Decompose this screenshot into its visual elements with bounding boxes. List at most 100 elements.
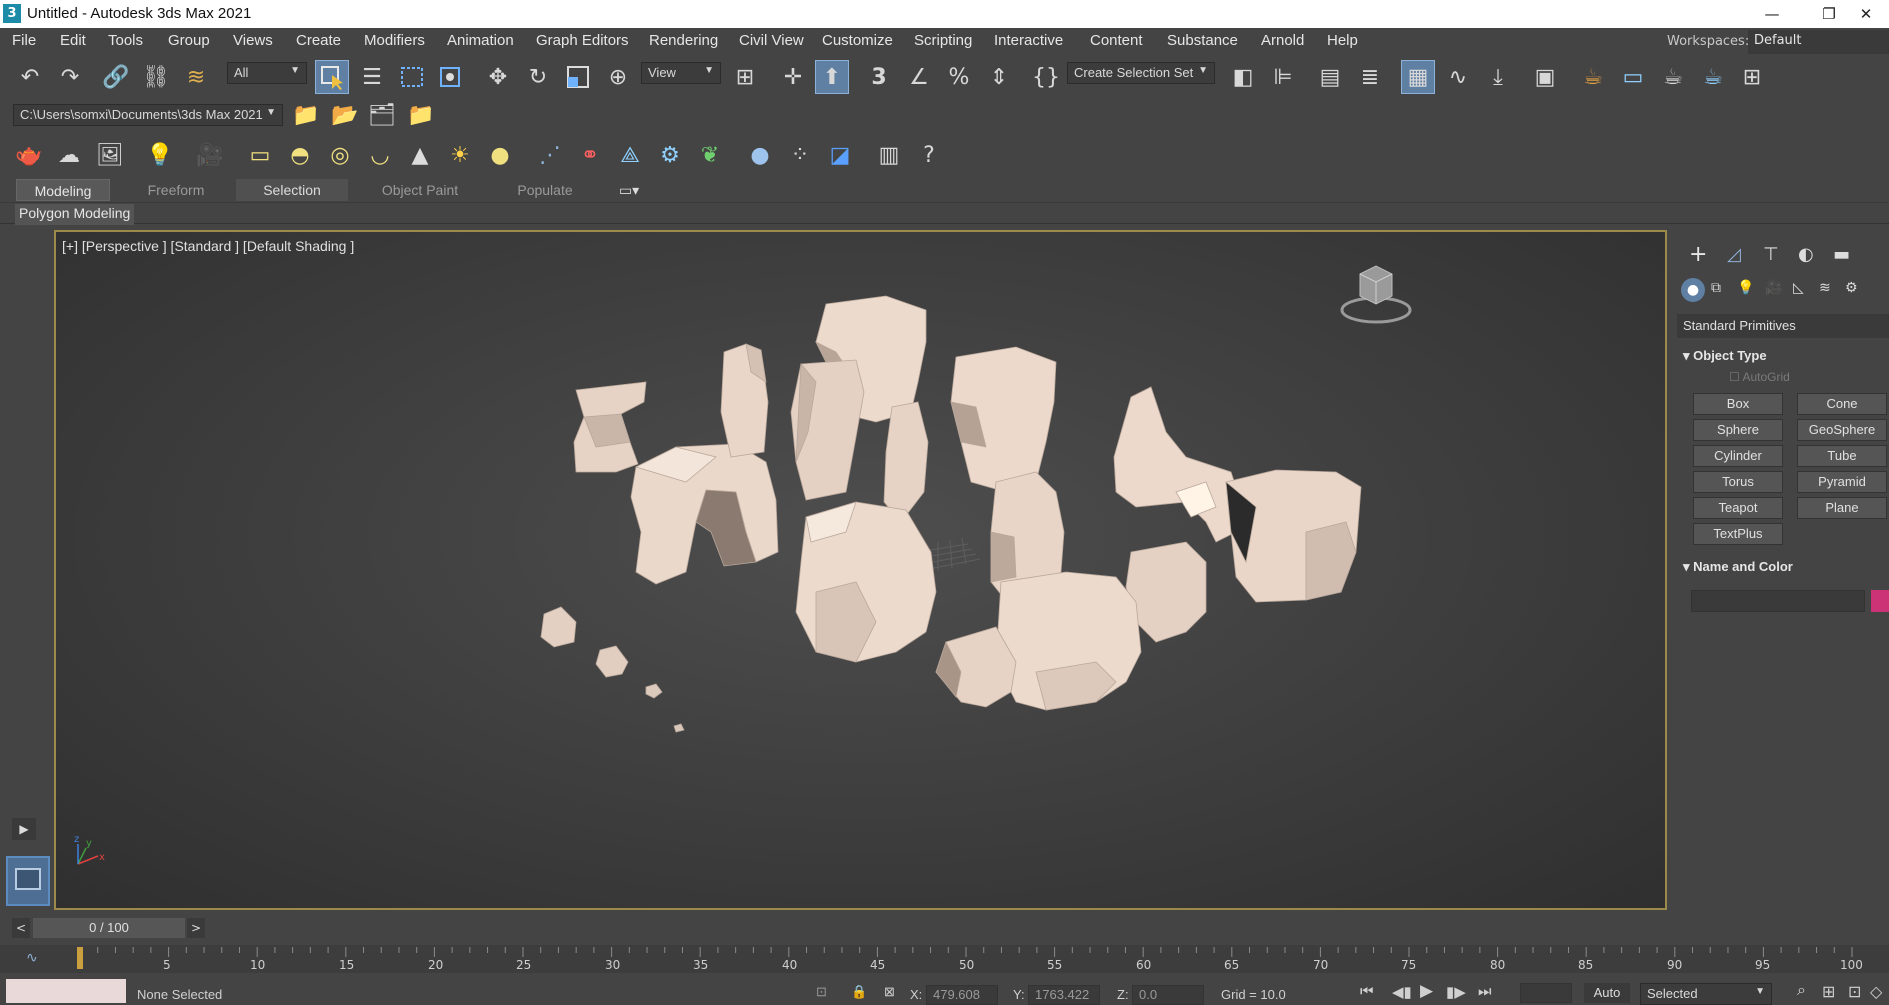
menu-modifiers[interactable]: Modifiers: [364, 32, 425, 49]
teapot-button[interactable]: Teapot: [1693, 497, 1783, 519]
key-mode-toggle[interactable]: [1520, 983, 1572, 1003]
rect-selection-region-icon[interactable]: [395, 60, 429, 94]
menu-civil-view[interactable]: Civil View: [739, 32, 804, 49]
move-icon[interactable]: ✥: [481, 60, 515, 94]
zoom-extents-icon[interactable]: ⊡: [1848, 982, 1861, 1002]
minimize-button[interactable]: —: [1749, 0, 1795, 28]
tab-selection[interactable]: Selection: [236, 179, 348, 201]
geometry-icon[interactable]: ●: [1681, 278, 1705, 302]
tube-button[interactable]: Tube: [1797, 445, 1887, 467]
viewport-layouts-icon[interactable]: ⊞: [1735, 60, 1769, 94]
cone-button[interactable]: Cone: [1797, 393, 1887, 415]
time-slider-thumb[interactable]: 0 / 100: [33, 918, 185, 938]
previous-frame-icon[interactable]: ◀▮: [1392, 983, 1412, 1001]
named-selection-dropdown[interactable]: Create Selection Set ▼: [1067, 62, 1215, 84]
project-path-dropdown[interactable]: C:\Users\somxi\Documents\3ds Max 2021 ▼: [13, 104, 283, 126]
menu-arnold[interactable]: Arnold: [1261, 32, 1304, 49]
menu-customize[interactable]: Customize: [822, 32, 893, 49]
space-warps-icon[interactable]: ≋: [1819, 280, 1831, 296]
open-project-icon[interactable]: 📂: [328, 98, 362, 132]
render-production-icon[interactable]: ☕: [1656, 60, 1690, 94]
shapes-icon[interactable]: ⧉: [1711, 280, 1721, 296]
absolute-mode-icon[interactable]: ⊠: [884, 984, 895, 1000]
place-icon[interactable]: ⊕: [601, 60, 635, 94]
perspective-viewport[interactable]: [+] [Perspective ] [Standard ] [Default …: [54, 230, 1667, 910]
hemisphere-icon[interactable]: ◓: [283, 138, 317, 172]
tab-populate[interactable]: Populate: [496, 179, 594, 201]
new-project-icon[interactable]: 🗂: [365, 98, 399, 132]
teapot-icon[interactable]: 🫖: [12, 138, 46, 172]
select-by-name-icon[interactable]: ☰: [355, 60, 389, 94]
display-tab-icon[interactable]: ▬: [1833, 244, 1850, 265]
auto-key-button[interactable]: Auto: [1584, 983, 1630, 1003]
polygon-modeling-panel[interactable]: Polygon Modeling: [15, 204, 135, 225]
spinner-snap-icon[interactable]: ⇕: [982, 60, 1016, 94]
object-name-field[interactable]: [1691, 590, 1865, 612]
window-crossing-icon[interactable]: [433, 60, 467, 94]
create-tab-icon[interactable]: +: [1689, 242, 1707, 267]
field-of-view-icon[interactable]: ◇: [1870, 982, 1882, 1002]
box-button[interactable]: Box: [1693, 393, 1783, 415]
edit-named-selection-icon[interactable]: {}: [1029, 60, 1063, 94]
menu-create[interactable]: Create: [296, 32, 341, 49]
next-frame-icon[interactable]: ▮▶: [1446, 983, 1466, 1001]
prev-frame-button[interactable]: <: [12, 918, 30, 938]
curve-editor-icon[interactable]: ∿: [1441, 60, 1475, 94]
tab-object-paint[interactable]: Object Paint: [364, 179, 476, 201]
menu-rendering[interactable]: Rendering: [649, 32, 718, 49]
pivot-center-icon[interactable]: ⊞: [728, 60, 762, 94]
cloud-icon[interactable]: ☁: [52, 138, 86, 172]
camera-icon[interactable]: 🎥: [193, 138, 227, 172]
image-plane-icon[interactable]: 🖼: [93, 138, 127, 172]
percent-snap-icon[interactable]: %: [942, 60, 976, 94]
primitive-category-dropdown[interactable]: Standard Primitives: [1677, 314, 1889, 338]
menu-interactive[interactable]: Interactive: [994, 32, 1063, 49]
close-button[interactable]: ✕: [1843, 0, 1889, 28]
ribbon-toggle-icon[interactable]: ▦: [1401, 60, 1435, 94]
help-icon[interactable]: ?: [912, 138, 946, 172]
sphere-button[interactable]: Sphere: [1693, 419, 1783, 441]
cylinder-button[interactable]: Cylinder: [1693, 445, 1783, 467]
plane-button[interactable]: Plane: [1797, 497, 1887, 519]
scene-explorer-icon[interactable]: ▤: [1313, 60, 1347, 94]
set-project-folder-icon[interactable]: 📁: [404, 98, 438, 132]
systems-icon[interactable]: ⚙: [1845, 280, 1858, 296]
menu-group[interactable]: Group: [168, 32, 210, 49]
z-coordinate-field[interactable]: 0.0: [1132, 985, 1204, 1005]
cone-icon[interactable]: ▲: [403, 138, 437, 172]
bind-space-warp-icon[interactable]: ≋: [179, 60, 213, 94]
menu-tools[interactable]: Tools: [108, 32, 143, 49]
mirror-icon[interactable]: ◧: [1226, 60, 1260, 94]
render-setup-icon[interactable]: ☕: [1576, 60, 1610, 94]
molecule-icon[interactable]: ⚭: [573, 138, 607, 172]
reference-coordinate-dropdown[interactable]: View ▼: [641, 62, 721, 84]
mesh-icon[interactable]: ⟁: [613, 138, 647, 172]
grass-icon[interactable]: ❦: [693, 138, 727, 172]
redo-icon[interactable]: ↷: [53, 60, 87, 94]
menu-substance[interactable]: Substance: [1167, 32, 1238, 49]
hierarchy-tab-icon[interactable]: ⊤: [1763, 244, 1779, 265]
lock-icon[interactable]: 🔒: [851, 984, 867, 1000]
keyboard-shortcut-override-icon[interactable]: ⬆: [815, 60, 849, 94]
sphere-icon[interactable]: ●: [483, 138, 517, 172]
go-to-start-icon[interactable]: ⏮: [1360, 983, 1374, 1000]
menu-animation[interactable]: Animation: [447, 32, 514, 49]
workspaces-dropdown[interactable]: Default: [1748, 30, 1889, 54]
material-editor-icon[interactable]: ▣: [1528, 60, 1562, 94]
object-type-rollout[interactable]: ▾ Object Type: [1677, 344, 1889, 368]
layer-explorer-icon[interactable]: ≣: [1353, 60, 1387, 94]
object-color-swatch[interactable]: [1871, 590, 1889, 612]
plane-primitive-icon[interactable]: ▭: [243, 138, 277, 172]
light-icon[interactable]: 💡: [143, 138, 177, 172]
menu-edit[interactable]: Edit: [60, 32, 86, 49]
material-swatch-icon[interactable]: ◪: [823, 138, 857, 172]
viewport-thumbnail[interactable]: [6, 856, 50, 906]
isolate-selection-icon[interactable]: ⊡: [816, 984, 827, 1000]
grid-pattern-icon[interactable]: ⋰: [533, 138, 567, 172]
tab-modeling[interactable]: Modeling: [16, 179, 110, 201]
key-filter-dropdown[interactable]: Selected ▼: [1640, 983, 1772, 1005]
pyramid-button[interactable]: Pyramid: [1797, 471, 1887, 493]
unlink-icon[interactable]: ⛓: [139, 60, 173, 94]
go-to-end-icon[interactable]: ⏭: [1478, 983, 1492, 1000]
x-coordinate-field[interactable]: 479.608: [926, 985, 998, 1005]
